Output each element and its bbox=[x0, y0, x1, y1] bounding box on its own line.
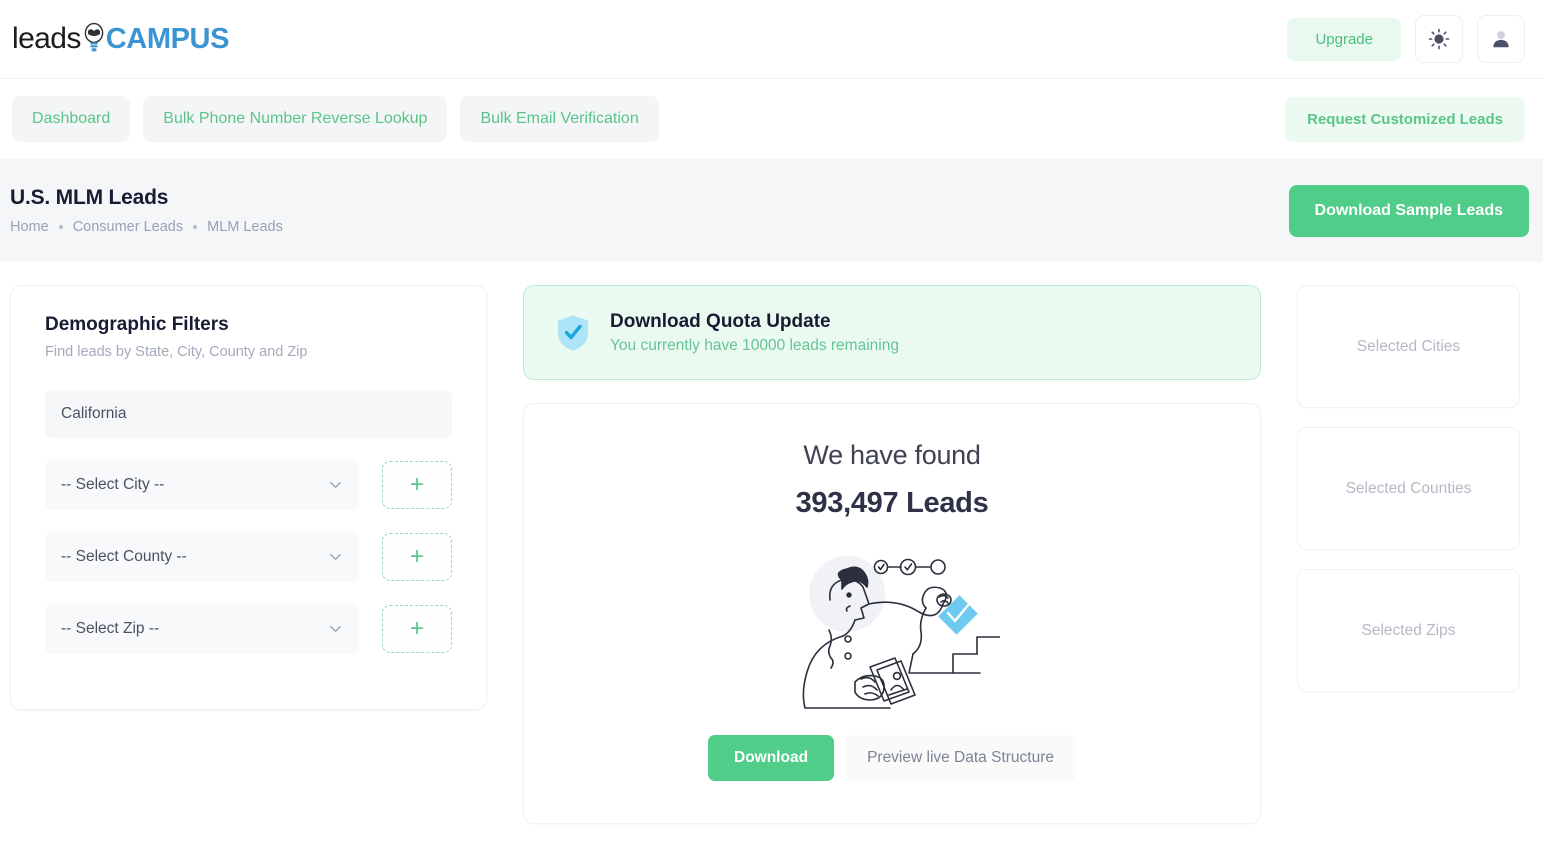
county-select-label: -- Select County -- bbox=[61, 547, 187, 565]
plus-icon: + bbox=[409, 542, 424, 570]
quota-subtitle: You currently have 10000 leads remaining bbox=[610, 336, 899, 354]
download-sample-leads-button[interactable]: Download Sample Leads bbox=[1288, 184, 1529, 237]
add-county-button[interactable]: + bbox=[382, 532, 452, 581]
nav-item-dashboard[interactable]: Dashboard bbox=[12, 96, 131, 142]
selected-zips-label: Selected Zips bbox=[1361, 621, 1456, 639]
quota-text: Download Quota Update You currently have… bbox=[610, 311, 899, 355]
add-city-button[interactable]: + bbox=[382, 460, 452, 509]
page-header-text: U.S. MLM Leads Home Consumer Leads MLM L… bbox=[10, 186, 283, 235]
middle-column: Download Quota Update You currently have… bbox=[523, 285, 1261, 824]
breadcrumb: Home Consumer Leads MLM Leads bbox=[10, 219, 283, 235]
brand-name-campus: CAMPUS bbox=[105, 22, 230, 55]
results-actions: Download Preview live Data Structure bbox=[708, 735, 1076, 781]
filters-title: Demographic Filters bbox=[45, 314, 229, 335]
brand-logo[interactable]: leads CAMPUS bbox=[12, 22, 229, 56]
selected-counties-panel[interactable]: Selected Counties bbox=[1297, 427, 1520, 550]
nav-item-bulk-phone-lookup[interactable]: Bulk Phone Number Reverse Lookup bbox=[143, 96, 448, 142]
county-select[interactable]: -- Select County -- bbox=[45, 531, 359, 582]
breadcrumb-separator-icon bbox=[193, 225, 198, 229]
state-input[interactable]: California bbox=[45, 390, 452, 438]
filters-subtitle: Find leads by State, City, County and Zi… bbox=[45, 344, 308, 360]
left-column: Demographic Filters Find leads by State,… bbox=[10, 285, 487, 710]
lightbulb-icon bbox=[84, 22, 104, 52]
add-zip-button[interactable]: + bbox=[382, 604, 452, 653]
theme-toggle-button[interactable] bbox=[1415, 15, 1463, 63]
right-column: Selected Cities Selected Counties Select… bbox=[1297, 285, 1520, 711]
brand-name-leads: leads bbox=[12, 22, 81, 55]
nav-item-bulk-email-verification[interactable]: Bulk Email Verification bbox=[460, 96, 659, 142]
zip-field-row: -- Select Zip -- + bbox=[45, 603, 452, 654]
selected-cities-label: Selected Cities bbox=[1356, 337, 1461, 355]
results-found-label: We have found bbox=[803, 440, 981, 470]
selected-zips-panel[interactable]: Selected Zips bbox=[1297, 569, 1520, 692]
top-bar-actions: Upgrade bbox=[1287, 15, 1525, 63]
zip-select[interactable]: -- Select Zip -- bbox=[45, 603, 359, 654]
chevron-down-icon bbox=[330, 481, 341, 489]
state-field-row: California bbox=[45, 390, 452, 438]
breadcrumb-item-home[interactable]: Home bbox=[10, 219, 49, 235]
plus-icon: + bbox=[409, 470, 424, 498]
zip-select-label: -- Select Zip -- bbox=[61, 619, 160, 637]
download-quota-banner: Download Quota Update You currently have… bbox=[523, 285, 1261, 380]
chevron-down-icon bbox=[330, 553, 341, 561]
results-count: 393,497 Leads bbox=[795, 487, 989, 519]
city-field-row: -- Select City -- + bbox=[45, 459, 452, 510]
city-select-label: -- Select City -- bbox=[61, 475, 165, 493]
upgrade-button[interactable]: Upgrade bbox=[1287, 17, 1401, 61]
breadcrumb-item-mlm-leads: MLM Leads bbox=[207, 219, 283, 235]
quota-title: Download Quota Update bbox=[610, 310, 831, 332]
user-avatar-icon bbox=[1493, 31, 1509, 48]
person-with-document-illustration bbox=[802, 556, 1000, 709]
shield-check-icon bbox=[558, 315, 588, 350]
request-customized-leads-button[interactable]: Request Customized Leads bbox=[1285, 96, 1525, 142]
city-select[interactable]: -- Select City -- bbox=[45, 459, 359, 510]
sun-icon bbox=[1428, 28, 1450, 50]
plus-icon: + bbox=[409, 614, 424, 642]
chevron-down-icon bbox=[330, 625, 341, 633]
demographic-filters-card: Demographic Filters Find leads by State,… bbox=[10, 285, 487, 710]
breadcrumb-item-consumer-leads[interactable]: Consumer Leads bbox=[73, 219, 183, 235]
secondary-nav: Dashboard Bulk Phone Number Reverse Look… bbox=[0, 79, 1543, 159]
selected-counties-label: Selected Counties bbox=[1345, 479, 1472, 497]
main-content: Demographic Filters Find leads by State,… bbox=[0, 262, 1543, 824]
account-button[interactable] bbox=[1477, 15, 1525, 63]
selected-cities-panel[interactable]: Selected Cities bbox=[1297, 285, 1520, 408]
page-title: U.S. MLM Leads bbox=[10, 186, 169, 209]
preview-data-structure-button[interactable]: Preview live Data Structure bbox=[845, 735, 1076, 781]
county-field-row: -- Select County -- + bbox=[45, 531, 452, 582]
breadcrumb-separator-icon bbox=[58, 225, 63, 229]
download-button[interactable]: Download bbox=[708, 735, 835, 781]
top-bar: leads CAMPUS Upgrade bbox=[0, 0, 1543, 79]
page-header: U.S. MLM Leads Home Consumer Leads MLM L… bbox=[0, 159, 1543, 262]
results-card: We have found 393,497 Leads Download Pre… bbox=[523, 403, 1261, 824]
